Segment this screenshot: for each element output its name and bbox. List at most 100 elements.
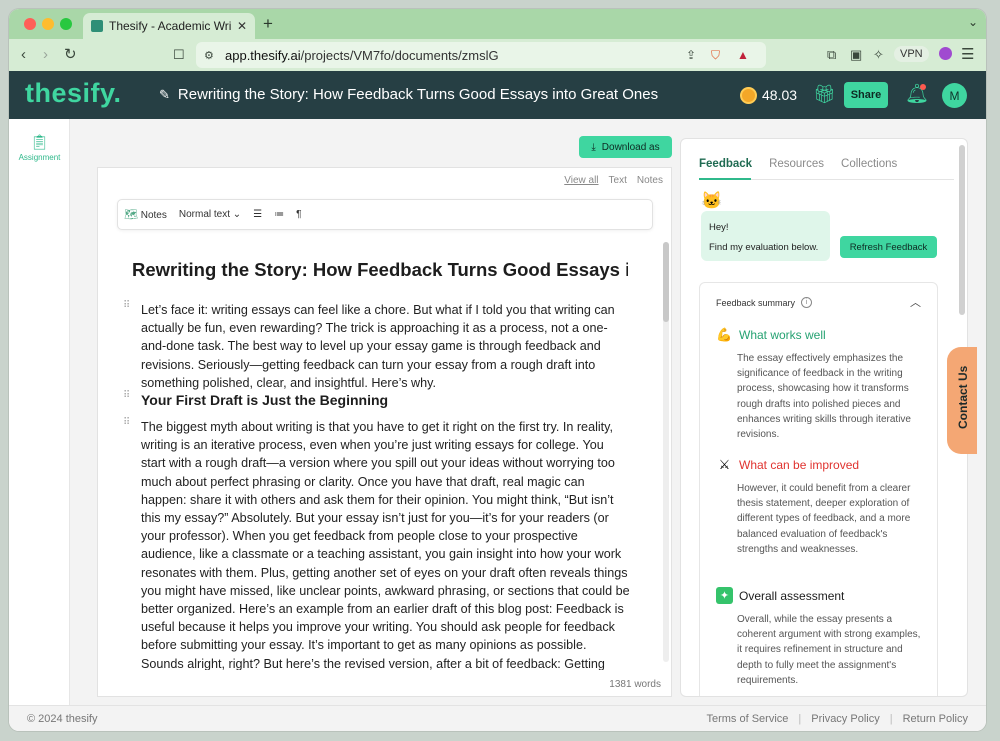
editor-panel: View all Text Notes 🗺︎ Notes Normal text…: [97, 167, 672, 697]
info-icon[interactable]: i: [801, 297, 813, 308]
thesify-favicon-icon: [91, 20, 103, 32]
editor-scrollbar[interactable]: [663, 242, 669, 662]
tab-text[interactable]: Text: [609, 175, 627, 186]
copyright: © 2024 thesify: [27, 713, 98, 725]
tab-feedback[interactable]: Feedback: [699, 158, 752, 170]
rail-item-assignment[interactable]: 📋︎ Assignment: [9, 133, 70, 162]
editor-content[interactable]: Rewriting the Story: How Feedback Turns …: [98, 240, 671, 670]
active-tab-indicator: [699, 178, 751, 180]
share-page-icon[interactable]: ⇪: [686, 46, 696, 64]
clipboard-icon: 📋︎: [29, 134, 50, 151]
summary-header: Feedback summary i: [716, 297, 813, 308]
section-text: However, it could benefit from a clearer…: [737, 483, 911, 555]
left-rail: 📋︎ Assignment: [9, 119, 70, 705]
footer-links: Terms of Service | Privacy Policy | Retu…: [706, 713, 968, 725]
section-text: The essay effectively emphasizes the sig…: [737, 353, 911, 441]
download-button[interactable]: ⤓ Download as: [579, 136, 672, 158]
minimize-window-button[interactable]: [42, 18, 54, 30]
notes-label: Notes: [140, 210, 167, 221]
footer: © 2024 thesify Terms of Service | Privac…: [9, 705, 986, 731]
tab-resources[interactable]: Resources: [769, 158, 824, 170]
reload-icon[interactable]: ↻: [64, 46, 77, 64]
main-area: ⤓ Download as View all Text Notes 🗺︎ Not…: [70, 119, 986, 705]
forward-icon[interactable]: ›: [43, 46, 48, 64]
terms-link[interactable]: Terms of Service: [706, 713, 788, 725]
greeting-bubble: Hey! Find my evaluation below.: [701, 211, 830, 261]
tab-bar: Thesify - Academic Writing C ✕ + ⌄: [9, 9, 986, 39]
notes-icon: 🗺︎: [124, 209, 138, 221]
greeting-subtext: Find my evaluation below.: [709, 242, 819, 253]
section-title: What can be improved: [739, 457, 860, 472]
word-count: 1381 words: [609, 679, 661, 690]
flexed-biceps-icon: 💪: [716, 326, 733, 342]
share-button[interactable]: Share: [844, 82, 888, 108]
section-heading[interactable]: Your First Draft is Just the Beginning: [141, 391, 631, 409]
close-tab-icon[interactable]: ✕: [237, 19, 247, 33]
vpn-button[interactable]: VPN: [894, 46, 929, 62]
browser-window: Thesify - Academic Writing C ✕ + ⌄ ‹ › ↻…: [9, 9, 986, 731]
drag-handle-icon[interactable]: ⠿: [123, 418, 131, 428]
profile-icon[interactable]: [939, 47, 952, 60]
view-tabs: View all Text Notes: [564, 175, 663, 186]
notes-toggle[interactable]: 🗺︎ Notes: [124, 208, 167, 221]
text-style-select[interactable]: Normal text ⌄: [179, 209, 241, 220]
contact-us-tab[interactable]: Contact Us: [947, 347, 977, 454]
address-bar[interactable]: ⚙ app.thesify.ai/projects/VM7fo/document…: [196, 42, 766, 68]
bullet-list-icon[interactable]: ☰: [253, 209, 262, 220]
gift-icon[interactable]: 🎁︎: [813, 84, 836, 105]
section-what-works-well: 💪 What works well The essay effectively …: [716, 326, 926, 442]
browser-tab[interactable]: Thesify - Academic Writing C ✕: [83, 13, 255, 39]
paragraph-icon[interactable]: ¶: [296, 209, 301, 220]
chevron-down-icon[interactable]: ⌄: [968, 15, 978, 29]
feedback-scrollbar[interactable]: [959, 145, 965, 315]
leo-ai-icon[interactable]: ✧: [873, 46, 884, 64]
editor-scroll-thumb[interactable]: [663, 242, 669, 322]
bookmark-icon[interactable]: ☐: [173, 46, 185, 64]
close-window-button[interactable]: [24, 18, 36, 30]
back-icon[interactable]: ‹: [21, 46, 26, 64]
credits-balance: 48.03: [762, 87, 798, 103]
site-info-icon[interactable]: ⚙: [204, 47, 214, 65]
numbered-list-icon[interactable]: ≔: [274, 209, 284, 220]
drag-handle-icon[interactable]: ⠿: [123, 391, 131, 401]
paragraph-text[interactable]: Let’s face it: writing essays can feel l…: [141, 301, 631, 392]
rail-item-label: Assignment: [18, 153, 61, 162]
chevron-down-icon: ⌄: [232, 209, 242, 220]
greeting-text: Hey!: [709, 222, 729, 233]
pencil-icon[interactable]: ✎: [159, 87, 170, 103]
new-tab-icon[interactable]: +: [263, 14, 273, 34]
paragraph-block[interactable]: ⠿ The biggest myth about writing is that…: [123, 418, 631, 671]
document-title-area[interactable]: ✎ Rewriting the Story: How Feedback Turn…: [159, 86, 658, 103]
url-text[interactable]: app.thesify.ai/projects/VM7fo/documents/…: [225, 48, 499, 63]
brave-shield-icon[interactable]: ⛉: [711, 46, 720, 64]
avatar[interactable]: M: [942, 83, 967, 108]
tab-notes[interactable]: Notes: [637, 175, 663, 186]
document-title[interactable]: Rewriting the Story: How Feedback Turns …: [178, 86, 658, 103]
extensions-icon[interactable]: ⧉: [827, 46, 836, 64]
tab-collections[interactable]: Collections: [841, 158, 897, 170]
document-heading[interactable]: Rewriting the Story: How Feedback Turns …: [132, 259, 628, 281]
wallet-icon[interactable]: ▣: [850, 46, 862, 64]
cat-mascot-icon: 🐱: [701, 191, 723, 210]
section-title: Overall assessment: [739, 588, 845, 603]
tab-view-all[interactable]: View all: [564, 175, 598, 186]
section-what-can-be-improved: ⚔ What can be improved However, it could…: [716, 456, 926, 557]
divider: |: [798, 713, 802, 725]
refresh-feedback-button[interactable]: Refresh Feedback: [840, 236, 937, 258]
browser-toolbar: ‹ › ↻ ☐ ⚙ app.thesify.ai/projects/VM7fo/…: [9, 39, 986, 71]
paragraph-text[interactable]: The biggest myth about writing is that y…: [141, 418, 631, 670]
heading-block[interactable]: ⠿ Your First Draft is Just the Beginning: [123, 391, 631, 409]
download-label: Download as: [601, 141, 660, 153]
menu-icon[interactable]: ☰: [961, 46, 974, 64]
rewards-triangle-icon[interactable]: ▲: [737, 46, 749, 64]
drag-handle-icon[interactable]: ⠿: [123, 301, 131, 311]
chevron-up-icon[interactable]: ︿: [910, 294, 921, 310]
paragraph-block[interactable]: ⠿ Let’s face it: writing essays can feel…: [123, 301, 631, 392]
formatting-toolbar: 🗺︎ Notes Normal text ⌄ ☰ ≔ ¶: [117, 199, 653, 230]
text-style-value: Normal text: [178, 209, 230, 220]
return-policy-link[interactable]: Return Policy: [903, 713, 968, 725]
thesify-logo[interactable]: thesify.: [25, 78, 122, 109]
maximize-window-button[interactable]: [60, 18, 72, 30]
privacy-link[interactable]: Privacy Policy: [811, 713, 879, 725]
download-icon: ⤓: [591, 141, 596, 153]
